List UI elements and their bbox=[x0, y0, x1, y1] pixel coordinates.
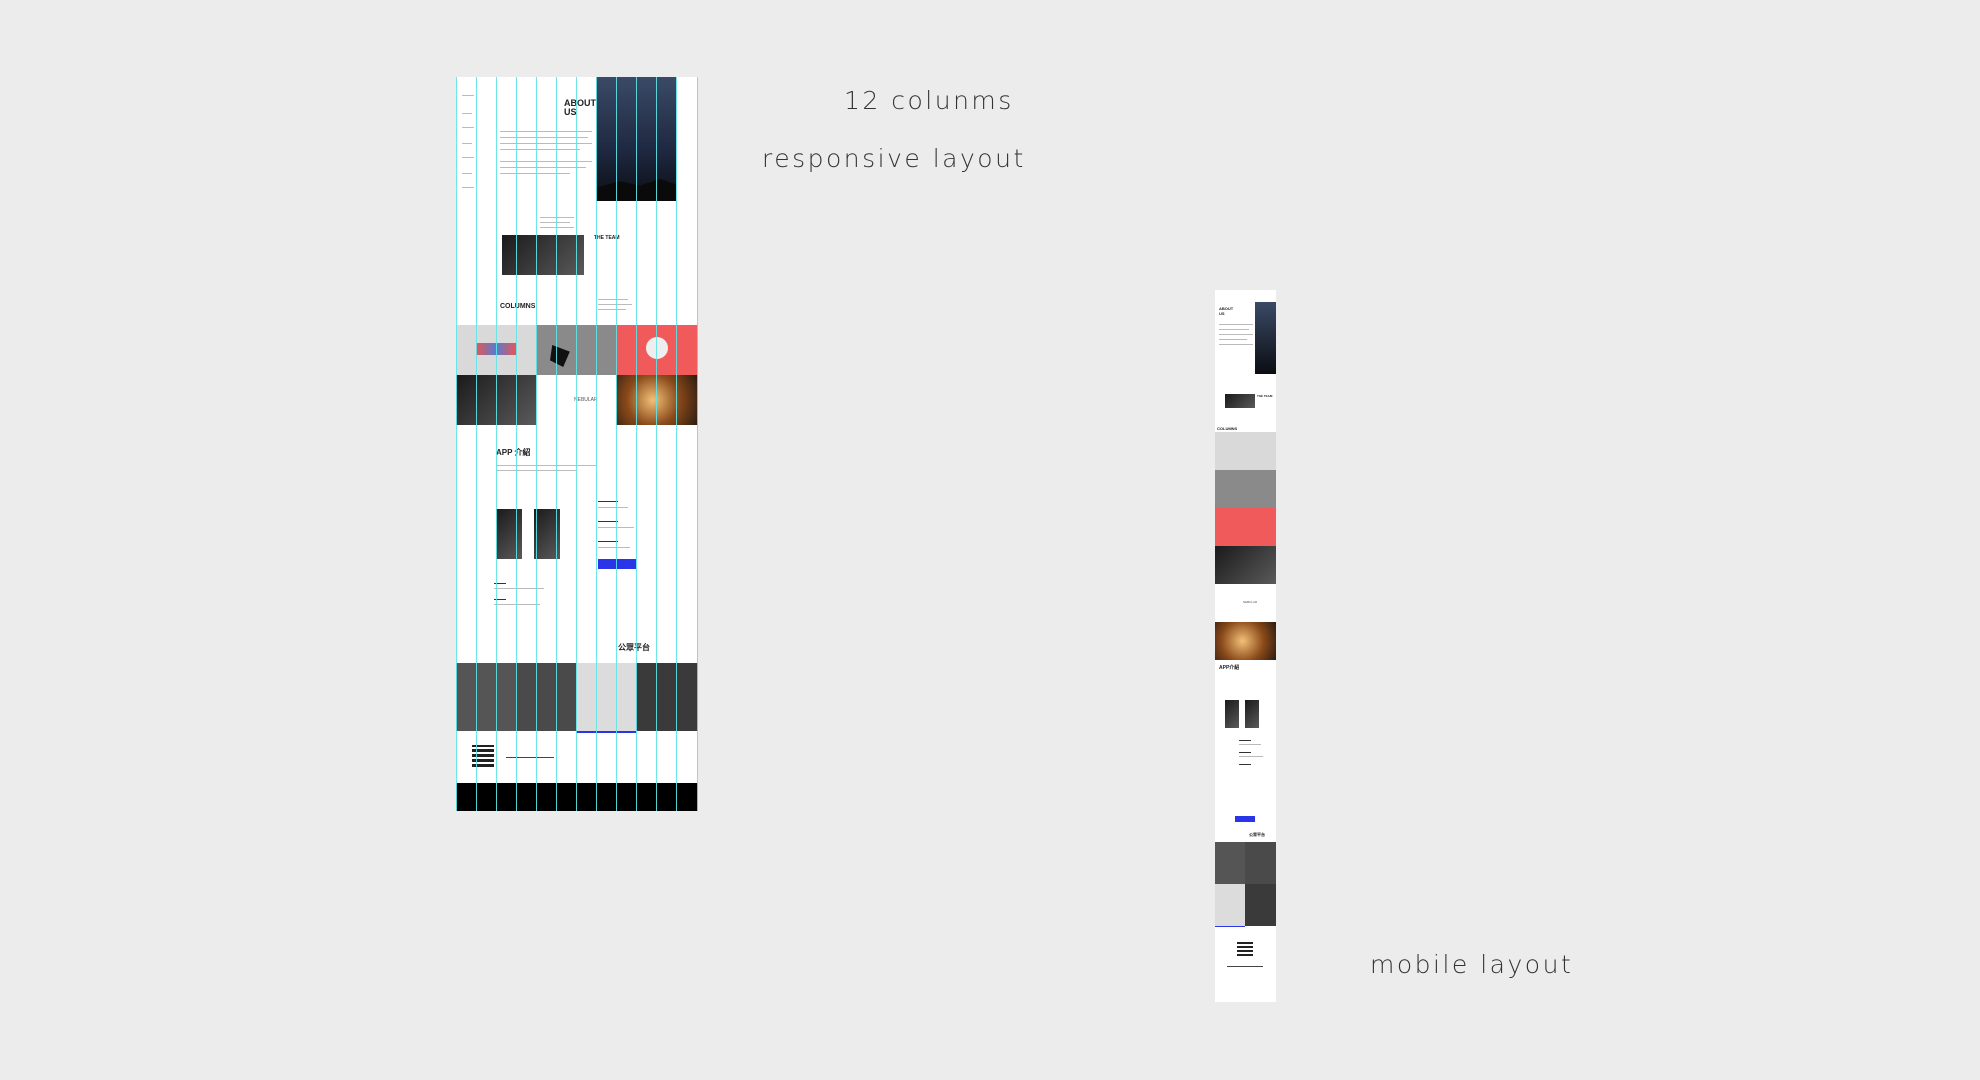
mobile-public-title: 公眾平台 bbox=[1249, 832, 1265, 837]
mobile-about-text bbox=[1219, 324, 1253, 354]
app-blue-button[interactable] bbox=[598, 559, 636, 569]
mobile-tile-nudi[interactable] bbox=[1215, 432, 1276, 470]
app-phone-right bbox=[534, 509, 560, 559]
about-title: ABOUT US bbox=[564, 98, 596, 117]
mobile-layout-mockup: ABOUT US THE TEAM COLUMNS NEBULAR APP介紹 … bbox=[1215, 290, 1276, 1002]
mobile-night-sky-image bbox=[1255, 302, 1276, 374]
mobile-tile-portrait[interactable] bbox=[1215, 546, 1276, 584]
mobile-tile-info-red[interactable] bbox=[1215, 508, 1276, 546]
tile-portrait[interactable] bbox=[456, 375, 536, 425]
tile-nebular[interactable]: NEBULAR bbox=[536, 375, 616, 425]
mobile-app-title: APP介紹 bbox=[1219, 665, 1240, 671]
mobile-team-title: THE TEAM bbox=[1257, 394, 1273, 398]
mobile-tile-fire[interactable] bbox=[1215, 622, 1276, 660]
mobile-app-phone-right bbox=[1245, 700, 1259, 728]
mobile-app-features bbox=[1239, 740, 1265, 770]
tile-fire[interactable] bbox=[616, 375, 698, 425]
side-nav bbox=[462, 91, 476, 201]
public-card-4[interactable] bbox=[636, 663, 698, 731]
public-title: 公眾平台 bbox=[618, 643, 650, 652]
mobile-public-card-1[interactable] bbox=[1215, 842, 1245, 884]
mobile-public-card-2[interactable] bbox=[1245, 842, 1276, 884]
team-title: THE TEAM bbox=[594, 235, 620, 241]
mobile-footer-text bbox=[1227, 966, 1263, 967]
app-title: APP 介紹 bbox=[496, 448, 531, 457]
public-card-2[interactable] bbox=[516, 663, 576, 731]
mobile-nebular-label: NEBULAR bbox=[1243, 600, 1258, 604]
team-photo bbox=[502, 235, 584, 275]
mobile-columns-title: COLUMNS bbox=[1217, 426, 1238, 431]
mobile-app-blue-button[interactable] bbox=[1235, 816, 1255, 822]
mobile-qr-code bbox=[1237, 940, 1253, 956]
tile-nudi[interactable] bbox=[456, 325, 536, 375]
columns-title: COLUMNS bbox=[500, 303, 536, 310]
app-phone-left bbox=[496, 509, 522, 559]
app-notes bbox=[494, 583, 544, 607]
tile-info-red[interactable] bbox=[616, 325, 698, 375]
team-text bbox=[540, 217, 576, 229]
footer-bar bbox=[456, 783, 698, 811]
mobile-about-title: ABOUT US bbox=[1219, 306, 1234, 316]
caption-responsive-layout: responsive layout bbox=[762, 144, 1026, 173]
public-card-1[interactable] bbox=[456, 663, 516, 731]
qr-code bbox=[472, 745, 494, 767]
app-text bbox=[496, 465, 596, 471]
tile-calligraphy[interactable] bbox=[536, 325, 616, 375]
nebular-label: NEBULAR bbox=[574, 397, 598, 403]
caption-mobile-layout: mobile layout bbox=[1370, 950, 1574, 979]
mobile-public-card-4[interactable] bbox=[1245, 884, 1276, 926]
desktop-layout-mockup: ABOUT US THE TEAM COLUMNS NEBULAR APP 介紹… bbox=[456, 77, 698, 811]
mobile-tile-nebular[interactable]: NEBULAR bbox=[1215, 584, 1276, 622]
mobile-tile-calligraphy[interactable] bbox=[1215, 470, 1276, 508]
about-text bbox=[500, 129, 592, 189]
footer-text bbox=[506, 757, 554, 758]
public-card-3[interactable] bbox=[576, 663, 636, 733]
app-features bbox=[598, 501, 638, 551]
columns-text bbox=[598, 299, 632, 313]
mobile-app-phone-left bbox=[1225, 700, 1239, 728]
caption-12-columns: 12 colunms bbox=[844, 86, 1014, 115]
mobile-public-card-3[interactable] bbox=[1215, 884, 1245, 927]
mobile-team-photo bbox=[1225, 394, 1255, 408]
